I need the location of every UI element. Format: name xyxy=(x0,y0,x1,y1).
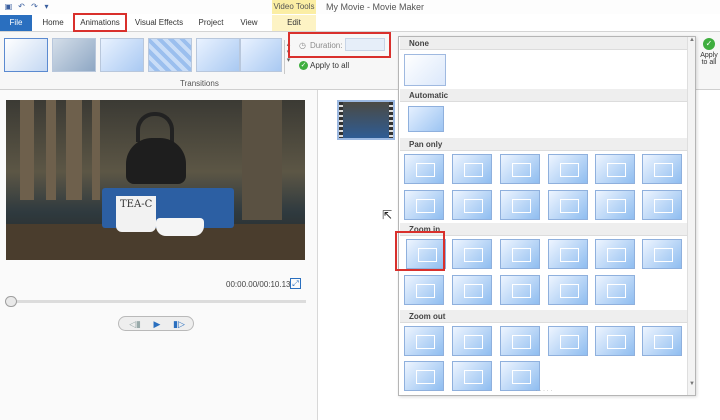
section-pan-only: Pan only xyxy=(400,138,687,151)
customize-quick-access-icon[interactable]: ▾ xyxy=(42,2,51,11)
ribbon-tab-bar: File Home Animations Visual Effects Proj… xyxy=(0,14,720,32)
zoom-in-option[interactable] xyxy=(452,275,492,305)
zoom-out-option[interactable] xyxy=(500,361,540,391)
zoom-in-option[interactable] xyxy=(595,275,635,305)
zoom-out-option[interactable] xyxy=(500,326,540,356)
zoom-in-option[interactable] xyxy=(404,275,444,305)
apply-to-all-large-button[interactable]: ✓ Apply to all xyxy=(698,38,720,88)
play-icon[interactable]: ▶ xyxy=(147,318,167,330)
pan-option[interactable] xyxy=(404,190,444,220)
pan-option[interactable] xyxy=(404,154,444,184)
pan-option[interactable] xyxy=(452,154,492,184)
zoom-in-option[interactable] xyxy=(642,239,682,269)
tab-animations[interactable]: Animations xyxy=(76,15,124,31)
apply-to-all-label-line2: to all xyxy=(701,59,717,66)
transitions-group-label: Transitions xyxy=(180,79,219,88)
tab-home[interactable]: Home xyxy=(38,15,68,31)
gallery-scrollbar[interactable]: ▲ ▼ xyxy=(687,37,695,395)
zoom-out-option[interactable] xyxy=(452,326,492,356)
zoom-out-option[interactable] xyxy=(404,361,444,391)
transition-slide[interactable] xyxy=(100,38,144,72)
zoom-in-option[interactable] xyxy=(548,239,588,269)
pan-option[interactable] xyxy=(500,190,540,220)
redo-icon[interactable]: ↷ xyxy=(30,2,39,11)
pan-option[interactable] xyxy=(452,190,492,220)
section-automatic: Automatic xyxy=(400,89,687,102)
fullscreen-icon[interactable]: ⤢ xyxy=(290,278,301,289)
apply-to-all-button[interactable]: Apply to all xyxy=(310,61,349,70)
tab-project[interactable]: Project xyxy=(195,15,227,31)
zoom-in-option[interactable] xyxy=(500,239,540,269)
transition-none[interactable] xyxy=(4,38,48,72)
pan-zoom-none[interactable] xyxy=(404,54,446,86)
save-icon[interactable]: ▣ xyxy=(4,2,13,11)
seek-bar[interactable] xyxy=(6,300,306,303)
tab-visual-effects[interactable]: Visual Effects xyxy=(132,15,186,31)
pan-option[interactable] xyxy=(595,190,635,220)
app-title: My Movie - Movie Maker xyxy=(326,2,425,12)
transition-flip[interactable] xyxy=(196,38,240,72)
video-preview[interactable]: TEA-C xyxy=(6,100,305,260)
mug-label: TEA-C xyxy=(120,199,153,210)
zoom-in-option[interactable] xyxy=(452,239,492,269)
time-readout: 00:00.00/00:10.13 xyxy=(226,280,291,289)
zoom-out-option[interactable] xyxy=(595,326,635,356)
pan-option[interactable] xyxy=(500,154,540,184)
zoom-in-option[interactable] xyxy=(500,275,540,305)
duration-icon: ◷ xyxy=(299,41,306,50)
pan-option[interactable] xyxy=(595,154,635,184)
tab-edit[interactable]: Edit xyxy=(272,15,316,31)
transition-checkerboard[interactable] xyxy=(148,38,192,72)
previous-frame-icon[interactable]: ◁▮ xyxy=(125,318,145,330)
transitions-more-icon[interactable]: ▴ ▾ ▾ xyxy=(284,40,292,74)
tab-view[interactable]: View xyxy=(236,15,262,31)
section-zoom-in: Zoom in xyxy=(400,223,687,236)
video-clip-thumbnail[interactable] xyxy=(337,100,395,140)
seek-handle[interactable] xyxy=(5,296,17,307)
zoom-out-option[interactable] xyxy=(548,326,588,356)
pan-option[interactable] xyxy=(642,154,682,184)
transition-crossfade[interactable] xyxy=(52,38,96,72)
apply-to-all-label-line1: Apply xyxy=(700,52,718,59)
apply-check-icon: ✓ xyxy=(703,38,715,50)
section-none: None xyxy=(400,37,687,50)
pan-option[interactable] xyxy=(548,190,588,220)
tab-file[interactable]: File xyxy=(0,15,32,31)
next-frame-icon[interactable]: ▮▷ xyxy=(169,318,189,330)
zoom-out-option[interactable] xyxy=(452,361,492,391)
zoom-in-option[interactable] xyxy=(595,239,635,269)
section-zoom-out: Zoom out xyxy=(400,310,687,323)
duration-input[interactable] xyxy=(345,38,385,51)
zoom-out-option[interactable] xyxy=(404,326,444,356)
zoom-in-option[interactable] xyxy=(406,239,446,269)
pan-option[interactable] xyxy=(642,190,682,220)
gallery-resize-grip[interactable]: · · · · · xyxy=(509,388,579,395)
preview-pane: TEA-C 00:00.00/00:10.13 ⤢ ◁▮ ▶ ▮▷ xyxy=(0,90,318,420)
zoom-in-option[interactable] xyxy=(548,275,588,305)
title-bar: ▣ ↶ ↷ ▾ Video Tools My Movie - Movie Mak… xyxy=(0,0,720,14)
playback-controls: ◁▮ ▶ ▮▷ xyxy=(118,316,194,331)
undo-icon[interactable]: ↶ xyxy=(17,2,26,11)
pan-zoom-gallery: None Automatic Pan only Zoom in Zoom out… xyxy=(398,36,696,396)
mouse-cursor-icon: ⇱ xyxy=(382,208,393,222)
pan-option[interactable] xyxy=(548,154,588,184)
zoom-out-option[interactable] xyxy=(642,326,682,356)
pan-zoom-automatic[interactable] xyxy=(408,106,444,132)
video-tools-context-label: Video Tools xyxy=(272,0,316,14)
duration-label: Duration: xyxy=(310,41,343,50)
transition-reveal[interactable] xyxy=(240,38,282,72)
apply-check-icon: ✓ xyxy=(299,61,308,70)
